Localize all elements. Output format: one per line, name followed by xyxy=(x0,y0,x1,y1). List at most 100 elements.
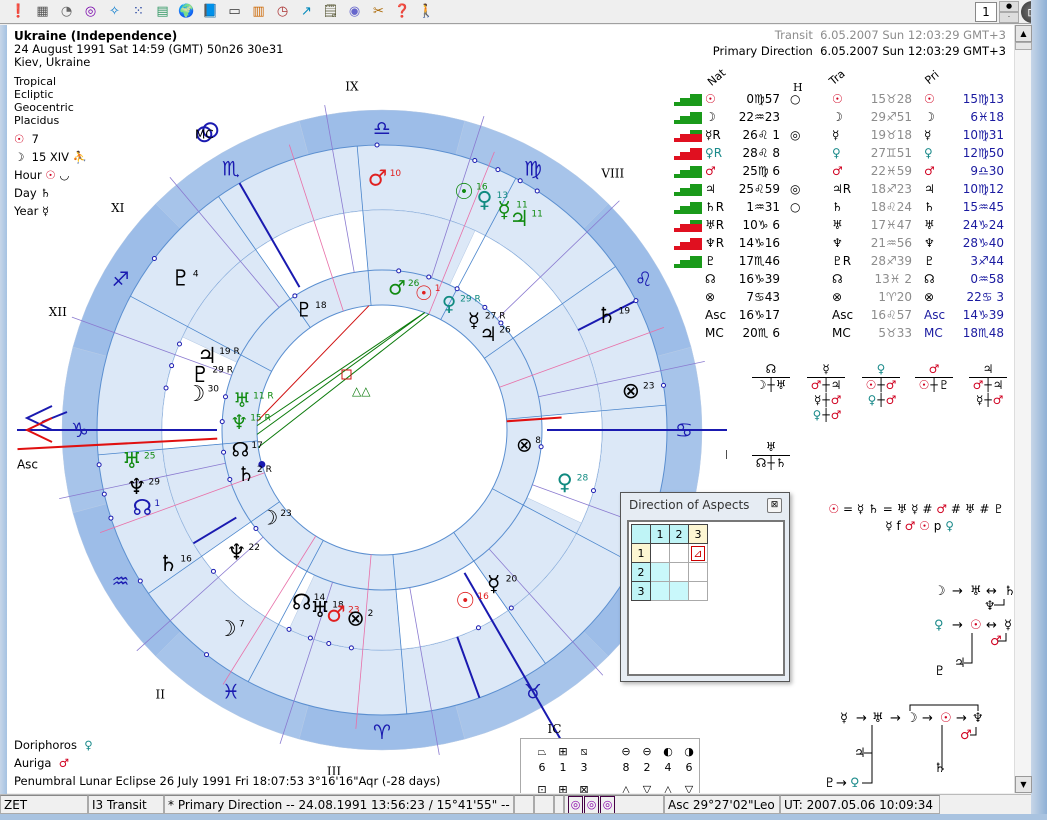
status-empty-1 xyxy=(514,795,534,814)
direction-icon[interactable]: ↗ xyxy=(296,1,317,22)
chart-wheel-icon[interactable]: ◎ xyxy=(568,796,583,813)
exit-icon[interactable]: 🚶 xyxy=(416,1,437,22)
separator: ┼ xyxy=(822,393,830,407)
calendar-grid-icon[interactable]: ▦ xyxy=(32,1,53,22)
chart-wheel-icon[interactable]: ◎ xyxy=(584,796,599,813)
natal-planet-icon: ☊ xyxy=(705,272,716,286)
time-chart-icon[interactable]: ◷ xyxy=(272,1,293,22)
atlas-icon[interactable]: 🌍 xyxy=(176,1,197,22)
direction-position: 22♋ 3 xyxy=(966,290,1004,304)
center-circle xyxy=(256,304,508,556)
direction-position: 0♒58 xyxy=(970,272,1004,286)
spin-down-button[interactable]: · xyxy=(999,12,1019,23)
grid-cell-active[interactable]: ⊿ xyxy=(688,543,708,563)
direction-position: 10♍12 xyxy=(962,182,1004,196)
strength-bar-positive xyxy=(674,174,702,178)
grid-cell[interactable] xyxy=(650,543,670,563)
chain-glyph: → xyxy=(922,711,933,726)
vertical-scrollbar[interactable]: ▲ ▼ xyxy=(1014,25,1032,793)
position-row[interactable]: ⊗ 7♋43 ⊗ 1♈20 ⊗ 22♋ 3 xyxy=(662,290,1007,308)
house-label: Dsc xyxy=(725,448,727,462)
dialog-close-button[interactable]: ⊠ xyxy=(767,498,782,513)
direction-planet-marker xyxy=(227,476,233,482)
position-row[interactable]: Asc 16♑17 Asc 16♌57 Asc 14♑39 xyxy=(662,308,1007,326)
grid-cell[interactable] xyxy=(688,581,708,601)
separator: ┼ xyxy=(984,393,992,407)
position-row[interactable]: ☊ 16♑39 ☊ 13♓ 2 ☊ 0♒58 xyxy=(662,272,1007,290)
dispositor-ruler-icon: ♂ xyxy=(915,362,953,378)
natal-planet-degree: 20 xyxy=(506,575,518,585)
separator: ┼ xyxy=(767,378,775,392)
table-icon[interactable]: ▤ xyxy=(152,1,173,22)
help-icon[interactable]: ❓ xyxy=(392,1,413,22)
radix-icon[interactable]: ◉ xyxy=(344,1,365,22)
grid-row-header[interactable]: 1 xyxy=(631,543,651,563)
scroll-thumb[interactable] xyxy=(1015,42,1032,50)
position-row[interactable]: ☉ 0♍57 ○ ☉ 15♉28 ☉ 15♍13 xyxy=(662,92,1007,110)
spin-up-button[interactable]: ● xyxy=(999,1,1019,12)
scroll-up-button[interactable]: ▲ xyxy=(1015,25,1032,42)
transit-planet-glyph-icon: ♅ xyxy=(122,449,142,474)
book-icon[interactable]: 📘 xyxy=(200,1,221,22)
tools-icon[interactable]: ✂ xyxy=(368,1,389,22)
position-row[interactable]: ♆R 14♑16 ♆ 21♒56 ♆ 28♑40 xyxy=(662,236,1007,254)
alert-icon[interactable]: ❗ xyxy=(8,1,29,22)
grid-cell[interactable] xyxy=(669,562,689,582)
grid-row-header[interactable]: 3 xyxy=(631,581,651,601)
natal-position: 1♒31 xyxy=(746,200,780,214)
minor-aspect-icon: ⧅ xyxy=(580,745,588,758)
clock-dial-icon[interactable]: ◔ xyxy=(56,1,77,22)
grid-cell[interactable] xyxy=(650,581,670,601)
direction-planet-icon: ♅ xyxy=(924,218,935,232)
chart-wheel-icon[interactable]: ◎ xyxy=(80,1,101,22)
chart-wheel-icon[interactable]: ◎ xyxy=(600,796,615,813)
chain-glyph: ♇ xyxy=(934,664,946,679)
position-row[interactable]: ☽ 22♒23 ☽ 29♐51 ☽ 6♓18 xyxy=(662,110,1007,128)
chart-number-input[interactable]: 1 xyxy=(975,2,997,22)
night-sky-icon[interactable]: ⁙ xyxy=(128,1,149,22)
star-map-icon[interactable]: ✧ xyxy=(104,1,125,22)
direction-value: 6.05.2007 Sun 12:03:29 GMT+3 xyxy=(820,44,1006,58)
grid-cell[interactable] xyxy=(669,543,689,563)
natal-planet-marker xyxy=(326,640,332,646)
position-row[interactable]: ♄R 1♒31 ○ ♄ 18♌24 ♄ 15♒45 xyxy=(662,200,1007,218)
position-row[interactable]: ♇ 17♏46 ♇R 28♐39 ♇ 3♐44 xyxy=(662,254,1007,272)
transit-position: 22♓59 xyxy=(870,164,912,178)
minor-aspect-icon: ⊠ xyxy=(579,783,589,793)
transit-position: 13♓ 2 xyxy=(874,272,912,286)
chart-number-spinner[interactable]: ● · xyxy=(999,1,1019,23)
position-row[interactable]: ☿R 26♌ 1 ◎ ☿ 19♉18 ☿ 10♍31 xyxy=(662,128,1007,146)
grid-row-header[interactable]: 2 xyxy=(631,562,651,582)
grid-cell[interactable] xyxy=(688,562,708,582)
direction-position: 3♐44 xyxy=(970,254,1004,268)
position-row[interactable]: ♃ 25♌59 ◎ ♃R 18♐23 ♃ 10♍12 xyxy=(662,182,1007,200)
dispositor-pair: ♀ ┼ ♂ xyxy=(807,408,845,423)
minor-aspect-count: 3 xyxy=(580,761,588,774)
planet-icon: ♃ xyxy=(830,378,842,392)
direction-position: 18♏48 xyxy=(962,326,1004,340)
position-row[interactable]: ♅R 10♑ 6 ♅ 17♓47 ♅ 24♑24 xyxy=(662,218,1007,236)
scroll-down-button[interactable]: ▼ xyxy=(1015,776,1032,793)
direction-planet-icon: ☿ xyxy=(924,128,932,142)
separator: ┼ xyxy=(822,408,830,422)
chain-glyph: ☽ xyxy=(934,584,946,599)
col-header-pri: Pri xyxy=(922,68,942,87)
grid-col-header[interactable]: 3 xyxy=(688,524,708,544)
natal-planet-glyph-icon: ☊ xyxy=(292,591,312,616)
natal-planet-degree: 29 R xyxy=(212,365,233,375)
grid-cell[interactable] xyxy=(669,581,689,601)
position-row[interactable]: ♀R 28♌ 8 ♀ 27♊51 ♀ 12♍50 xyxy=(662,146,1007,164)
grid-cell[interactable] xyxy=(650,562,670,582)
report-icon[interactable]: ▥ xyxy=(248,1,269,22)
position-row[interactable]: ♂ 25♍ 6 ♂ 22♓59 ♂ 9♎30 xyxy=(662,164,1007,182)
grid-col-header[interactable]: 1 xyxy=(650,524,670,544)
grid-col-header[interactable]: 2 xyxy=(669,524,689,544)
col-header-tra: Tra xyxy=(826,67,848,88)
transit-position: 17♓47 xyxy=(870,218,912,232)
document-icon[interactable]: ▭ xyxy=(224,1,245,22)
direction-planet-glyph-icon: ♀ xyxy=(442,291,457,315)
direction-of-aspects-dialog[interactable]: Direction of Aspects ⊠ 1 2 3 1 ⊿ 2 3 xyxy=(620,492,790,682)
chart-wheel[interactable]: △△♑♒♓♈♉♊♋♌♍♎♏♐IXVIIIXIXIIIIIIIICMCAscDsc… xyxy=(7,55,727,775)
position-row[interactable]: MC 20♏ 6 MC 5♉33 MC 18♏48 xyxy=(662,326,1007,344)
notes-icon[interactable]: 🗒 xyxy=(320,1,341,22)
